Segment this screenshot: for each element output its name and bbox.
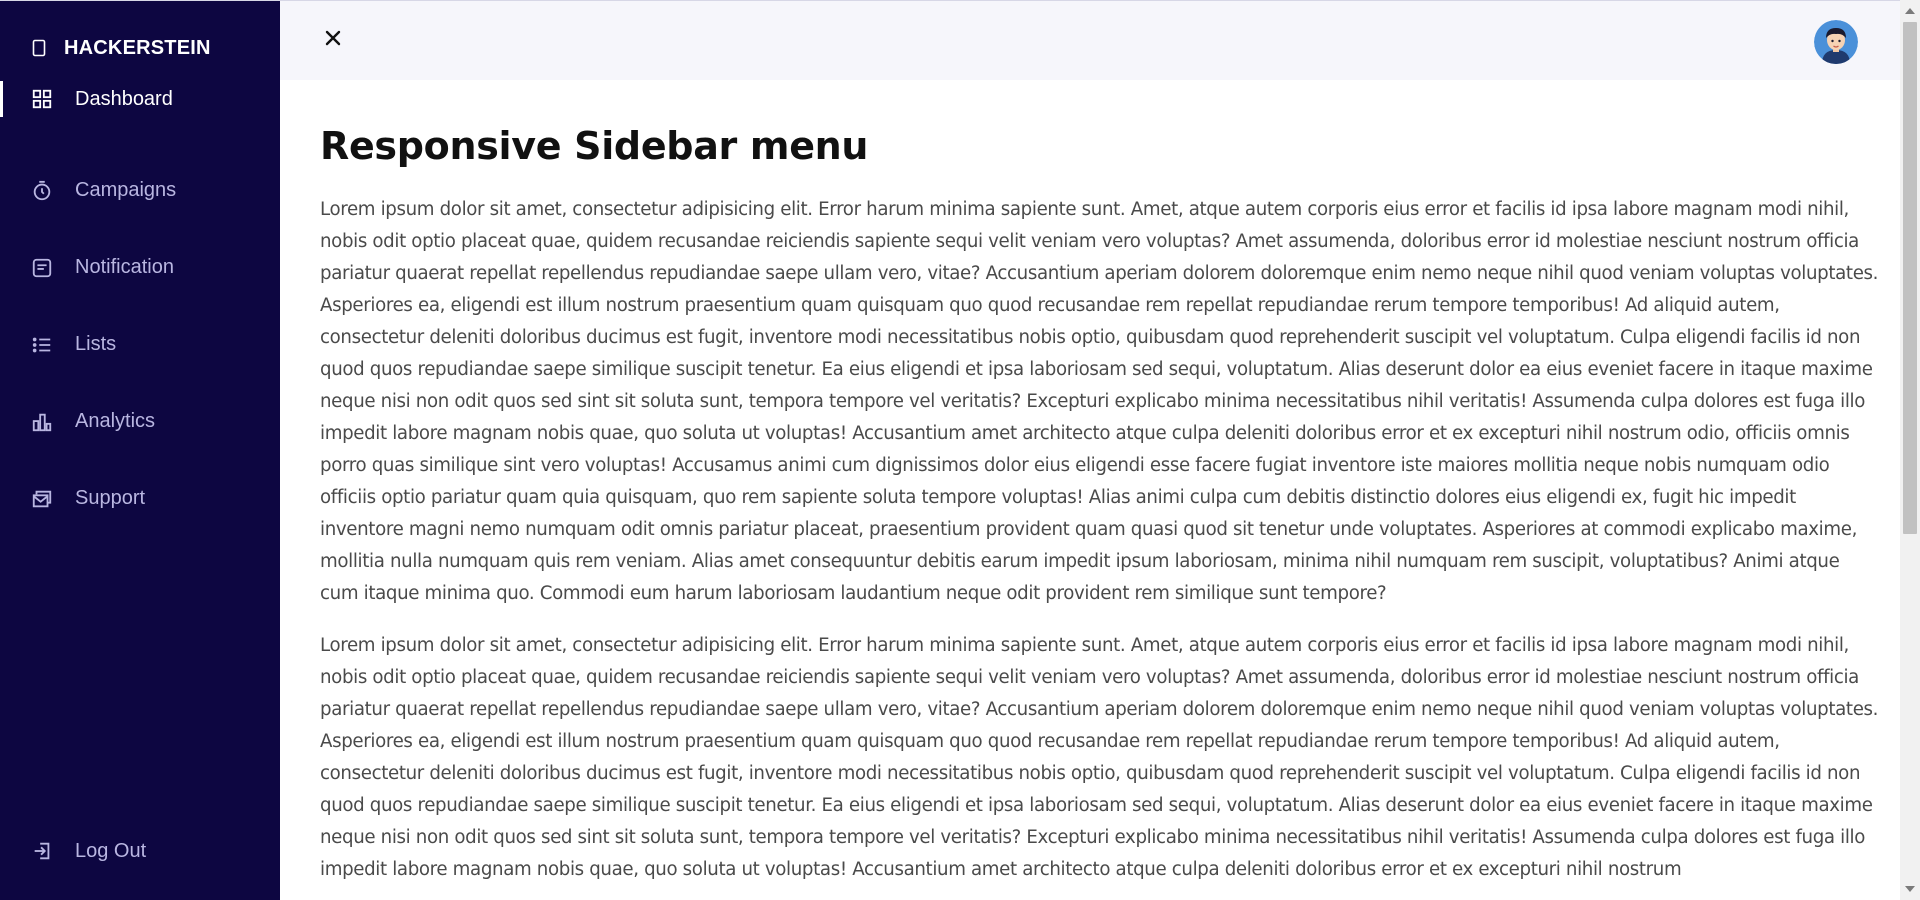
sidebar-item-analytics[interactable]: Analytics [0,383,280,460]
sidebar-item-lists[interactable]: Lists [0,306,280,383]
content-paragraph: Lorem ipsum dolor sit amet, consectetur … [320,199,1879,604]
brand-name: HACKERSTEIN [64,36,211,59]
brand-square-icon [28,37,50,59]
user-avatar[interactable] [1814,20,1858,64]
logout-label: Log Out [75,839,147,862]
page-title: Responsive Sidebar menu [320,124,869,168]
sidebar-item-support[interactable]: Support [0,460,280,537]
sidebar-item-label: Analytics [75,410,156,432]
close-icon[interactable] [322,27,344,49]
sidebar-item-label: Lists [75,333,117,355]
scroll-down-arrow-icon[interactable] [1905,886,1915,892]
sidebar-nav: Dashboard Campaigns Notification Lists A… [0,75,280,537]
main-content: Responsive Sidebar menu Lorem ipsum dolo… [320,80,1880,900]
sidebar-item-label: Dashboard [75,87,173,110]
sidebar: HACKERSTEIN Dashboard Campaigns Notifica… [0,0,280,900]
sidebar-item-label: Support [75,487,146,509]
sidebar-item-dashboard[interactable]: Dashboard [0,75,280,123]
support-mail-icon [30,487,54,511]
sidebar-item-label: Campaigns [75,179,177,201]
logout-button[interactable]: Log Out [0,823,280,879]
stopwatch-icon [30,179,54,203]
message-icon [30,256,54,280]
list-icon [30,333,54,357]
content-paragraph: Lorem ipsum dolor sit amet, consectetur … [320,635,1879,880]
logout-icon [30,839,54,863]
sidebar-item-campaigns[interactable]: Campaigns [0,152,280,229]
top-header [280,0,1900,80]
bar-chart-icon [30,410,54,434]
dashboard-grid-icon [30,87,54,111]
sidebar-item-notification[interactable]: Notification [0,229,280,306]
brand[interactable]: HACKERSTEIN [28,37,211,59]
scroll-up-arrow-icon[interactable] [1905,8,1915,14]
page-scrollbar[interactable] [1900,0,1920,900]
scroll-thumb[interactable] [1903,22,1917,534]
sidebar-item-label: Notification [75,256,174,278]
